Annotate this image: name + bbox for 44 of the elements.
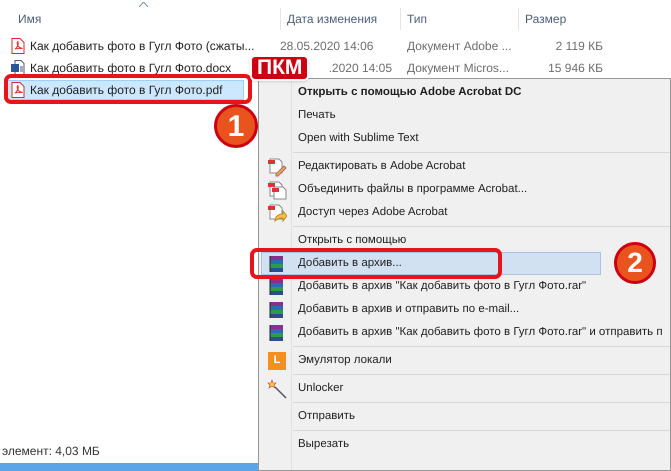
file-row[interactable]: Как добавить фото в Гугл Фото (сжаты... — [4, 36, 262, 56]
callout-label: ПКМ — [250, 55, 310, 81]
column-header[interactable]: Дата изменения — [287, 10, 378, 28]
status-text: элемент: 4,03 МБ — [1, 443, 100, 460]
menu-item[interactable]: Добавить в архив и отправить по e-mail... — [261, 298, 522, 321]
pdf-file-icon — [11, 38, 25, 54]
menu-item[interactable]: Открыть с помощью — [261, 229, 410, 252]
pdf-file-icon — [11, 82, 25, 98]
menu-item[interactable]: Открыть с помощью Adobe Acrobat DC — [261, 81, 524, 104]
menu-item[interactable]: Отправить — [261, 405, 358, 428]
file-row[interactable]: Как добавить фото в Гугл Фото.docx — [4, 58, 244, 78]
menu-item[interactable]: Вырезать — [261, 433, 352, 456]
menu-item[interactable]: L Эмулятор локали — [261, 349, 395, 372]
column-header[interactable]: Тип — [407, 10, 428, 28]
document-pencil-icon — [267, 156, 287, 176]
step-badge: 1 — [214, 104, 258, 148]
books-stack-icon — [268, 324, 286, 342]
column-header[interactable]: Размер — [525, 10, 566, 28]
magic-wand-icon — [267, 378, 287, 398]
sort-caret-icon — [139, 2, 148, 7]
file-date: 28.05.2020 14:06 — [280, 39, 374, 53]
books-stack-icon — [268, 300, 286, 318]
file-date: .2020 14:05 — [328, 61, 392, 75]
document-arrow-icon — [267, 202, 287, 222]
menu-item[interactable]: Печать — [261, 104, 339, 127]
menu-item[interactable]: Объединить файлы в программе Acrobat... — [261, 178, 530, 201]
file-size: 2 119 КБ — [556, 39, 603, 53]
menu-item[interactable]: Доступ через Adobe Acrobat — [261, 201, 450, 224]
menu-item[interactable]: Добавить в архив "Как добавить фото в Гугл Фото.rar" — [261, 275, 590, 298]
menu-item[interactable]: Unlocker — [261, 377, 346, 400]
file-row[interactable]: Как добавить фото в Гугл Фото.pdf — [4, 80, 244, 100]
menu-item[interactable]: Добавить в архив "Как добавить фото в Гугл Фото.rar" и отправить п — [261, 321, 666, 344]
books-stack-icon — [268, 254, 286, 272]
documents-icon — [267, 180, 287, 200]
menu-item[interactable]: Добавить в архив... — [261, 252, 601, 275]
menu-item[interactable]: Редактировать в Adobe Acrobat — [261, 155, 468, 178]
menu-item[interactable]: Open with Sublime Text — [261, 127, 422, 150]
file-size: 15 946 КБ — [548, 61, 603, 75]
file-type: Документ Adobe ... — [407, 39, 512, 53]
column-header[interactable]: Имя — [18, 10, 42, 28]
locale-icon: L — [268, 352, 286, 370]
file-type: Документ Micros... — [407, 61, 509, 75]
books-stack-icon — [268, 278, 286, 296]
word-file-icon — [11, 60, 25, 76]
